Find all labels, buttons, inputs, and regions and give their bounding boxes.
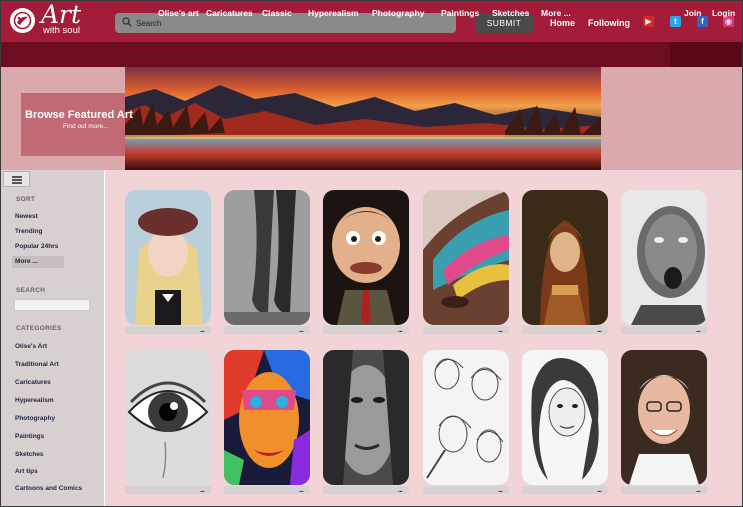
elderly-man-caricature-image[interactable] bbox=[621, 350, 707, 485]
renaissance-portrait-image[interactable] bbox=[522, 190, 608, 325]
search-icon bbox=[122, 17, 132, 27]
category-nav bbox=[1, 42, 742, 67]
nav-item-more[interactable]: More ... bbox=[541, 8, 571, 18]
card-footer bbox=[423, 326, 509, 334]
card-menu-icon[interactable]: ... bbox=[696, 487, 701, 494]
nav-item-sketches[interactable]: Sketches bbox=[492, 8, 529, 18]
youtube-icon[interactable]: ▶ bbox=[643, 16, 654, 27]
card-menu-icon[interactable]: ... bbox=[498, 327, 503, 334]
category-cartoons-comics[interactable]: Cartoons and Comics bbox=[15, 485, 82, 492]
card-menu-icon[interactable]: ... bbox=[200, 487, 205, 494]
category-paintings[interactable]: Paintings bbox=[15, 433, 44, 440]
card-footer bbox=[323, 326, 409, 334]
nav-item-paintings[interactable]: Paintings bbox=[441, 8, 479, 18]
banner-title[interactable]: Browse Featured Art bbox=[25, 109, 133, 121]
card-footer bbox=[224, 326, 310, 334]
card-footer bbox=[323, 486, 409, 494]
sort-more[interactable]: More ... bbox=[15, 258, 38, 265]
sort-newest[interactable]: Newest bbox=[15, 213, 38, 220]
categories-heading: CATEGORIES bbox=[16, 325, 62, 332]
banner-landscape-image bbox=[125, 67, 601, 170]
card-footer bbox=[522, 486, 608, 494]
sort-popular[interactable]: Popular 24hrs bbox=[15, 243, 58, 250]
category-traditional-art[interactable]: Traditional Art bbox=[15, 361, 59, 368]
card-menu-icon[interactable]: ... bbox=[696, 327, 701, 334]
caricature-comedian-image[interactable] bbox=[323, 190, 409, 325]
card-footer bbox=[621, 486, 707, 494]
nav-item-caricatures[interactable]: Caricatures bbox=[206, 8, 253, 18]
hamburger-menu-icon[interactable] bbox=[3, 171, 30, 187]
app-window: Art with soul SUBMIT Home Following ▶ t … bbox=[0, 0, 743, 507]
nav-item-classic[interactable]: Classic bbox=[262, 8, 292, 18]
figure-sketches-image[interactable] bbox=[423, 350, 509, 485]
wet-face-drawing-image[interactable] bbox=[323, 350, 409, 485]
nav-item-hyperealism[interactable]: Hyperealism bbox=[308, 8, 359, 18]
card-menu-icon[interactable]: ... bbox=[597, 327, 602, 334]
category-olises-art[interactable]: Olise's Art bbox=[15, 343, 47, 350]
twitter-icon[interactable]: t bbox=[670, 16, 681, 27]
card-menu-icon[interactable]: ... bbox=[200, 327, 205, 334]
home-link[interactable]: Home bbox=[550, 18, 575, 28]
woman-sketch-image[interactable] bbox=[522, 350, 608, 485]
card-menu-icon[interactable]: ... bbox=[597, 487, 602, 494]
nav-item-olises-art[interactable]: Olise's art bbox=[158, 8, 199, 18]
card-menu-icon[interactable]: ... bbox=[398, 487, 403, 494]
auth-area bbox=[670, 42, 742, 67]
ballet-feet-sketch-image[interactable] bbox=[224, 190, 310, 325]
painted-face-image[interactable] bbox=[423, 190, 509, 325]
logo-icon[interactable] bbox=[10, 8, 35, 33]
nav-item-photography[interactable]: Photography bbox=[372, 8, 424, 18]
colorful-face-painting-image[interactable] bbox=[224, 350, 310, 485]
card-footer bbox=[423, 486, 509, 494]
card-menu-icon[interactable]: ... bbox=[398, 327, 403, 334]
sidebar-search-input[interactable] bbox=[14, 299, 90, 311]
card-menu-icon[interactable]: ... bbox=[299, 327, 304, 334]
category-caricatures[interactable]: Caricatures bbox=[15, 379, 51, 386]
card-footer bbox=[224, 486, 310, 494]
category-art-tips[interactable]: Art tips bbox=[15, 468, 38, 475]
join-link[interactable]: Join bbox=[684, 8, 701, 18]
card-menu-icon[interactable]: ... bbox=[299, 487, 304, 494]
category-sketches[interactable]: Sketches bbox=[15, 451, 44, 458]
card-menu-icon[interactable]: ... bbox=[498, 487, 503, 494]
search-heading: SEARCH bbox=[16, 287, 46, 294]
eye-drawing-image[interactable] bbox=[125, 350, 211, 485]
category-hyperealism[interactable]: Hyperealism bbox=[15, 397, 54, 404]
girl-portrait-image[interactable] bbox=[125, 190, 211, 325]
card-footer bbox=[522, 326, 608, 334]
category-photography[interactable]: Photography bbox=[15, 415, 55, 422]
card-footer bbox=[125, 486, 211, 494]
pencil-face-drawing-image[interactable] bbox=[621, 190, 707, 325]
card-footer bbox=[621, 326, 707, 334]
card-footer bbox=[125, 326, 211, 334]
sort-trending[interactable]: Trending bbox=[15, 228, 42, 235]
banner-find-more-link[interactable]: Find out more... bbox=[63, 123, 109, 130]
login-link[interactable]: Login bbox=[712, 8, 735, 18]
following-link[interactable]: Following bbox=[588, 18, 630, 28]
logo-subtitle: with soul bbox=[43, 25, 80, 36]
sort-heading: SORT bbox=[16, 196, 36, 203]
